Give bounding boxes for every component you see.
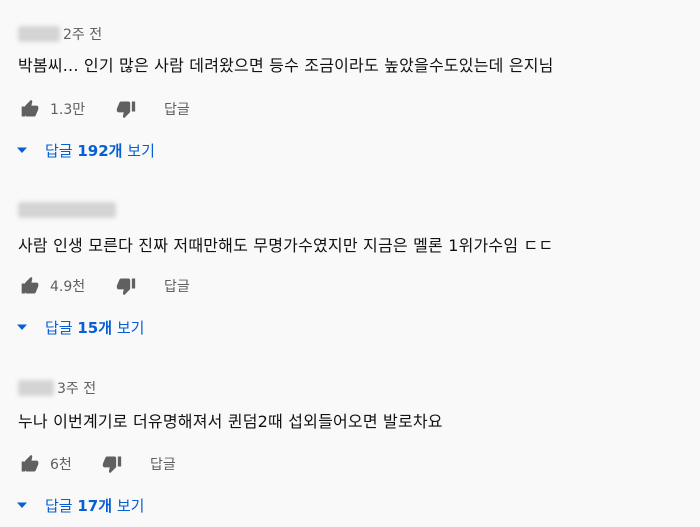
thumbs-up-icon[interactable]: [18, 97, 42, 121]
view-replies-button[interactable]: 답글 192개 보기: [14, 137, 155, 163]
caret-down-icon: [14, 142, 30, 158]
reply-button[interactable]: 답글: [150, 454, 176, 474]
comment-header: 3주 전: [18, 376, 96, 400]
comment-thread: 3주 전 누나 이번계기로 더유명해져서 퀸덤2때 섭외들어오면 발로차요 6천…: [0, 352, 700, 527]
view-replies-label: 답글 192개 보기: [45, 141, 155, 160]
comment-text: 누나 이번계기로 더유명해져서 퀸덤2때 섭외들어오면 발로차요: [18, 412, 443, 431]
comment-actions: 6천 답글: [18, 451, 176, 477]
like-count: 4.9천: [50, 279, 86, 295]
reply-button[interactable]: 답글: [164, 276, 190, 296]
caret-down-icon: [14, 319, 30, 335]
comment-header: 2주 전: [18, 22, 102, 46]
comment-text: 사람 인생 모른다 진짜 저때만해도 무명가수였지만 지금은 멜론 1위가수임 …: [18, 236, 554, 255]
reply-button[interactable]: 답글: [164, 99, 190, 119]
view-replies-button[interactable]: 답글 15개 보기: [14, 314, 144, 340]
comment-timestamp[interactable]: 2주 전: [63, 24, 102, 44]
view-replies-button[interactable]: 답글 17개 보기: [14, 492, 144, 518]
comment-timestamp[interactable]: 3주 전: [57, 378, 96, 398]
like-count: 6천: [50, 457, 72, 473]
view-replies-label: 답글 17개 보기: [45, 496, 145, 515]
comment-thread: 2주 전 박봄씨... 인기 많은 사람 데려왔으면 등수 조금이라도 높았을수…: [0, 0, 700, 175]
thumbs-down-icon[interactable]: [114, 274, 138, 298]
comment-text: 박봄씨... 인기 많은 사람 데려왔으면 등수 조금이라도 높았을수도있는데 …: [18, 56, 554, 75]
author-name-redacted[interactable]: [18, 380, 54, 396]
comment-actions: 1.3만 답글: [18, 96, 190, 122]
thumbs-down-icon[interactable]: [114, 97, 138, 121]
thumbs-up-icon[interactable]: [18, 452, 42, 476]
author-name-redacted[interactable]: [18, 202, 116, 218]
thumbs-down-icon[interactable]: [100, 452, 124, 476]
view-replies-label: 답글 15개 보기: [45, 318, 145, 337]
comment-thread: 사람 인생 모른다 진짜 저때만해도 무명가수였지만 지금은 멜론 1위가수임 …: [0, 176, 700, 351]
comment-actions: 4.9천 답글: [18, 273, 190, 299]
like-count: 1.3만: [50, 102, 86, 118]
comment-header: [18, 198, 119, 222]
author-name-redacted[interactable]: [18, 26, 60, 42]
thumbs-up-icon[interactable]: [18, 274, 42, 298]
caret-down-icon: [14, 497, 30, 513]
